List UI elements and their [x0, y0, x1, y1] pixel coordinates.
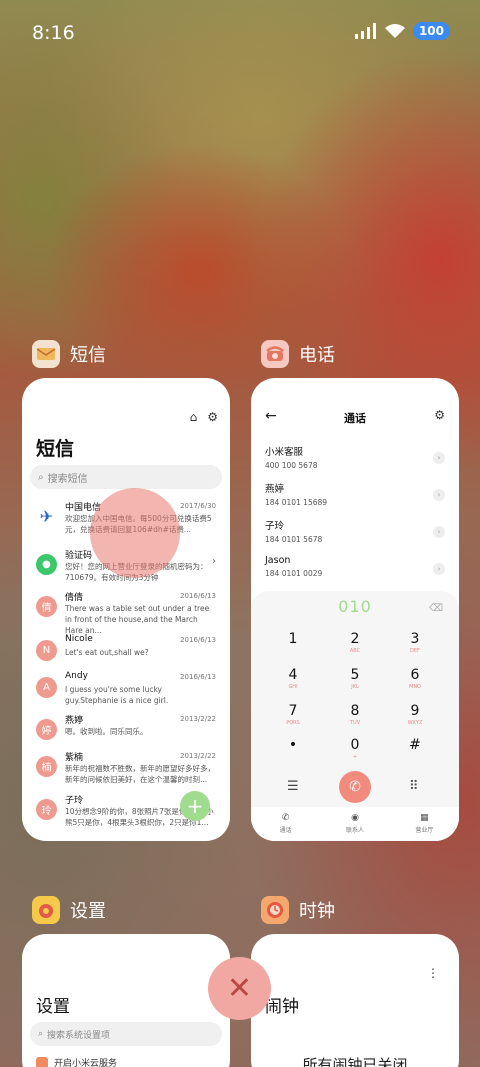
dial-key-2[interactable]: 2 ABC: [335, 631, 375, 654]
chevron-right-icon[interactable]: ›: [433, 526, 445, 538]
dial-key-6[interactable]: 6 MNO: [395, 667, 435, 690]
tab-store[interactable]: ▦ 营业厅: [390, 807, 459, 841]
phone-icon: ✆: [281, 813, 290, 823]
contact-row[interactable]: 子玲 184 0101 5678 ›: [265, 518, 445, 550]
avatar: 婷: [36, 719, 57, 740]
settings-card[interactable]: 设置 ⌕ 搜索系统设置项 开启小米云服务: [22, 934, 230, 1067]
avatar: A: [36, 677, 57, 698]
close-icon: ✕: [226, 971, 253, 1006]
sms-app-icon: [32, 340, 60, 368]
clock-app-name: 时钟: [299, 901, 335, 922]
status-icons: 100: [354, 22, 450, 40]
contact-row[interactable]: 小米客服 400 100 5678 ›: [265, 444, 445, 476]
battery-indicator: 100: [412, 22, 450, 40]
wifi-icon: [384, 24, 405, 38]
dial-key-0[interactable]: 0 +: [335, 737, 375, 760]
list-item[interactable]: A Andy 2016/6/13 I guess you're some luc…: [22, 667, 230, 709]
gear-icon[interactable]: ⚙: [434, 408, 445, 422]
phone-header: ← 通话 ⚙: [251, 406, 459, 430]
list-item[interactable]: N Nicole 2016/6/13 Let's eat out,shall w…: [22, 630, 230, 667]
app-label-sms[interactable]: 短信: [32, 340, 106, 368]
cloud-icon: [36, 1056, 48, 1067]
dial-key-1[interactable]: 1: [273, 631, 313, 648]
sms-search-placeholder: 搜索短信: [47, 473, 88, 485]
sms-card[interactable]: ⌂ ⚙ 短信 ⌕ 搜索短信 ✈ 中国电信 2017/6/30 欢迎您加入中国电信…: [22, 378, 230, 841]
settings-title: 设置: [36, 997, 70, 1017]
chevron-right-icon[interactable]: ›: [433, 563, 445, 575]
dial-key-hash[interactable]: #: [395, 737, 435, 754]
phone-card[interactable]: ← 通话 ⚙ 小米客服 400 100 5678 › 燕婷 184 0101 1…: [251, 378, 459, 841]
contacts-icon: ◉: [351, 813, 359, 823]
settings-item-cloud[interactable]: 开启小米云服务: [36, 1056, 117, 1067]
bottom-tabs: ✆ 通话 ◉ 联系人 ▦ 营业厅: [251, 807, 459, 841]
avatar: 倩: [36, 596, 57, 617]
dial-key-3[interactable]: 3 DEF: [395, 631, 435, 654]
dial-key-4[interactable]: 4 GHI: [273, 667, 313, 690]
close-all-button[interactable]: ✕: [208, 957, 271, 1020]
chevron-right-icon[interactable]: ›: [433, 452, 445, 464]
search-icon: ⌕: [38, 471, 44, 483]
status-time: 8:16: [32, 22, 75, 44]
avatar: 玲: [36, 799, 57, 820]
app-label-settings[interactable]: 设置: [32, 896, 106, 924]
sms-title: 短信: [36, 438, 75, 460]
tab-calls[interactable]: ✆ 通话: [251, 807, 320, 841]
more-menu-icon[interactable]: ⋮: [427, 966, 439, 980]
mascot-overlay-icon: [90, 488, 180, 578]
keypad-grid-icon[interactable]: ⠿: [409, 779, 419, 794]
chevron-right-icon: ›: [212, 556, 216, 567]
call-button[interactable]: ✆: [339, 771, 371, 803]
dial-key-5[interactable]: 5 JKL: [335, 667, 375, 690]
app-label-clock[interactable]: 时钟: [261, 896, 335, 924]
contact-row[interactable]: Jason 184 0101 0029 ›: [265, 555, 445, 587]
telecom-logo-icon: ✈: [36, 506, 57, 527]
clock-card[interactable]: ⋮ 闹钟 所有闹钟已关闭: [251, 934, 459, 1067]
menu-icon[interactable]: ☰: [287, 779, 299, 794]
list-item[interactable]: 楠 紫楠 2013/2/22 新年的祝福数不胜数，新年的愿望好多好多，新年的问候…: [22, 746, 230, 789]
sms-app-name: 短信: [70, 345, 106, 366]
dialpad: 010 ⌫ 1 2 ABC 3 DEF 4 GHI 5 JKL 6 MNO 7 PQRS 8…: [251, 591, 459, 841]
phone-app-name: 电话: [299, 345, 335, 366]
signal-icon: [354, 23, 376, 39]
clock-app-icon: [261, 896, 289, 924]
dial-key-star[interactable]: •: [273, 737, 313, 754]
avatar: N: [36, 640, 57, 661]
store-icon: ▦: [420, 813, 429, 823]
settings-gear-icon[interactable]: ⚙: [207, 410, 218, 424]
app-label-phone[interactable]: 电话: [261, 340, 335, 368]
compose-button[interactable]: +: [180, 791, 210, 821]
phone-title: 通话: [344, 412, 366, 425]
dial-key-9[interactable]: 9 WXYZ: [395, 703, 435, 726]
contact-row[interactable]: 燕婷 184 0101 15689 ›: [265, 481, 445, 513]
phone-app-icon: [261, 340, 289, 368]
list-item[interactable]: 倩 倩倩 2016/6/13 There was a table set out…: [22, 586, 230, 635]
search-icon: ⌕: [38, 1029, 44, 1039]
dial-key-8[interactable]: 8 TUV: [335, 703, 375, 726]
cleanup-icon[interactable]: ⌂: [190, 410, 198, 424]
settings-search-input[interactable]: ⌕ 搜索系统设置项: [30, 1022, 222, 1046]
alarm-empty-text: 所有闹钟已关闭: [302, 1056, 408, 1067]
dial-key-7[interactable]: 7 PQRS: [273, 703, 313, 726]
settings-app-name: 设置: [70, 901, 106, 922]
settings-app-icon: [32, 896, 60, 924]
avatar: 楠: [36, 756, 57, 777]
dial-display: 010: [338, 597, 372, 616]
chevron-right-icon[interactable]: ›: [433, 489, 445, 501]
status-bar: 8:16 100: [0, 0, 480, 66]
sms-search-input[interactable]: ⌕ 搜索短信: [30, 465, 222, 489]
tab-contacts[interactable]: ◉ 联系人: [320, 807, 389, 841]
backspace-icon[interactable]: ⌫: [429, 603, 443, 614]
chat-bubble-icon: ●: [36, 554, 57, 575]
list-item[interactable]: 婷 燕婷 2013/2/22 嗯。收到啦。同乐同乐。: [22, 709, 230, 746]
